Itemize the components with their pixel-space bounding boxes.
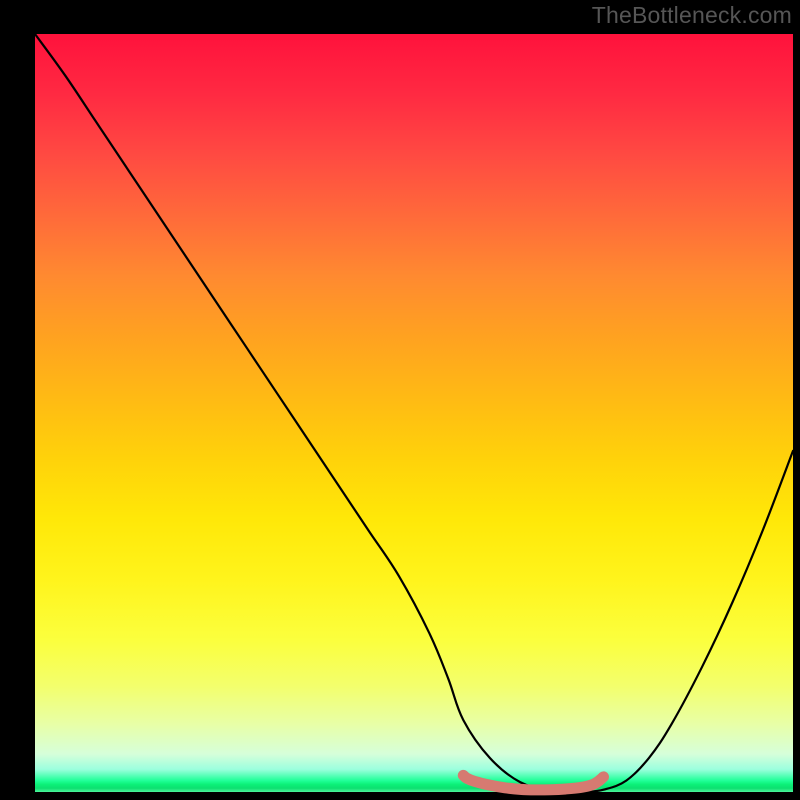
watermark-label: TheBottleneck.com (592, 2, 792, 29)
curve-main (35, 34, 793, 792)
chart-svg (35, 34, 793, 792)
curve-highlight (463, 775, 603, 790)
chart-frame: TheBottleneck.com (0, 0, 800, 800)
